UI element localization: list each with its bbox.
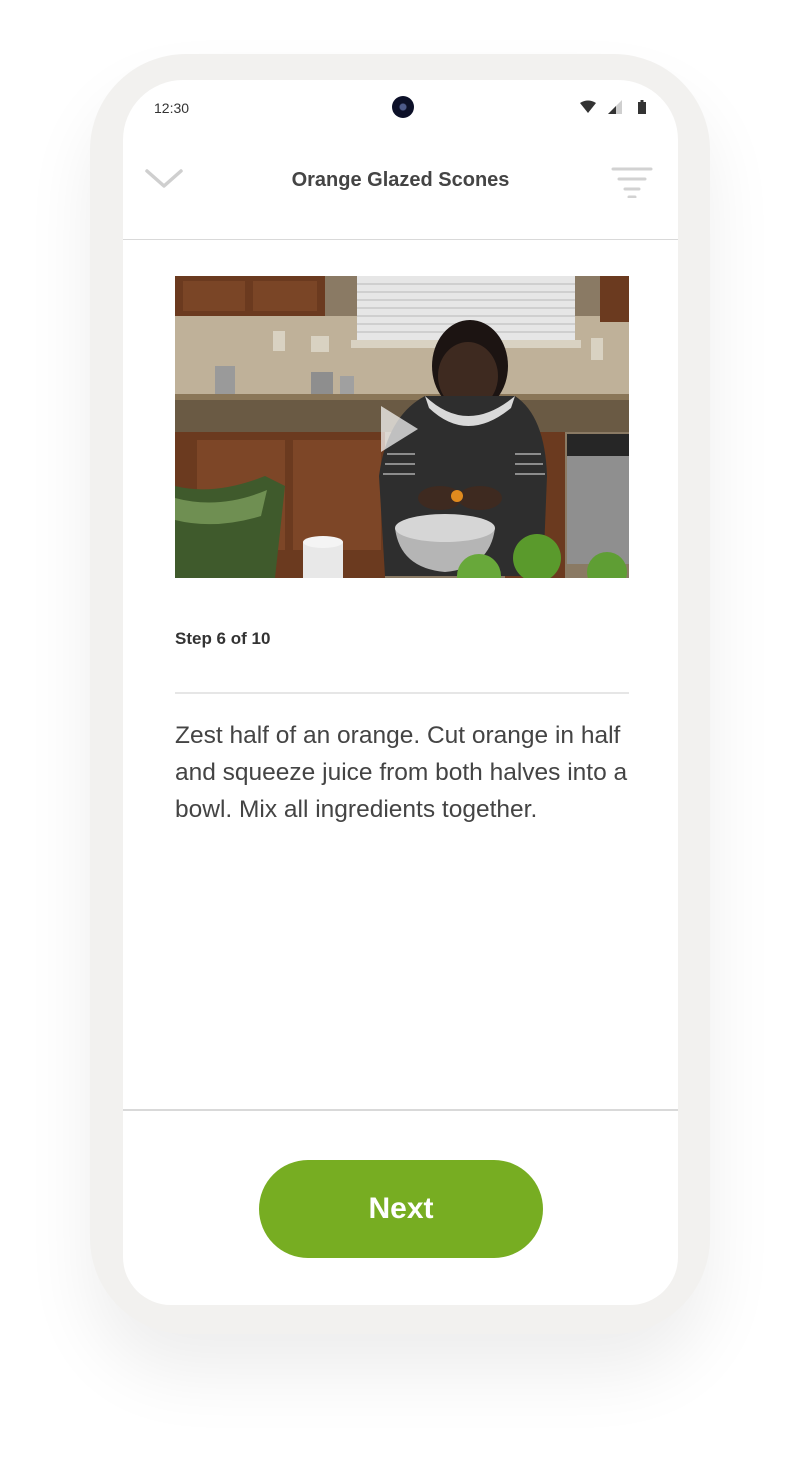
- status-time: 12:30: [154, 100, 190, 116]
- step-counter: Step 6 of 10: [175, 629, 271, 648]
- status-icons: [580, 100, 652, 118]
- recipe-title: Orange Glazed Scones: [291, 169, 510, 191]
- divider: [175, 692, 629, 694]
- battery-icon: [638, 100, 646, 119]
- wifi-icon: [580, 100, 596, 119]
- front-camera: [392, 96, 414, 118]
- app-header: Orange Glazed Scones: [123, 136, 678, 240]
- step-instruction: Zest half of an orange. Cut orange in ha…: [175, 722, 628, 823]
- signal-icon: [608, 100, 622, 119]
- video-thumbnail: [175, 276, 629, 578]
- status-bar: 12:30: [123, 80, 678, 136]
- video-player[interactable]: [175, 276, 629, 578]
- next-button[interactable]: Next: [259, 1160, 543, 1258]
- phone-screen: 12:30 Orange Glazed Scones Step 6 of 10 …: [123, 80, 678, 1305]
- footer-divider: [123, 1109, 678, 1111]
- chevron-down-icon[interactable]: [143, 162, 185, 198]
- filter-icon[interactable]: [611, 166, 653, 199]
